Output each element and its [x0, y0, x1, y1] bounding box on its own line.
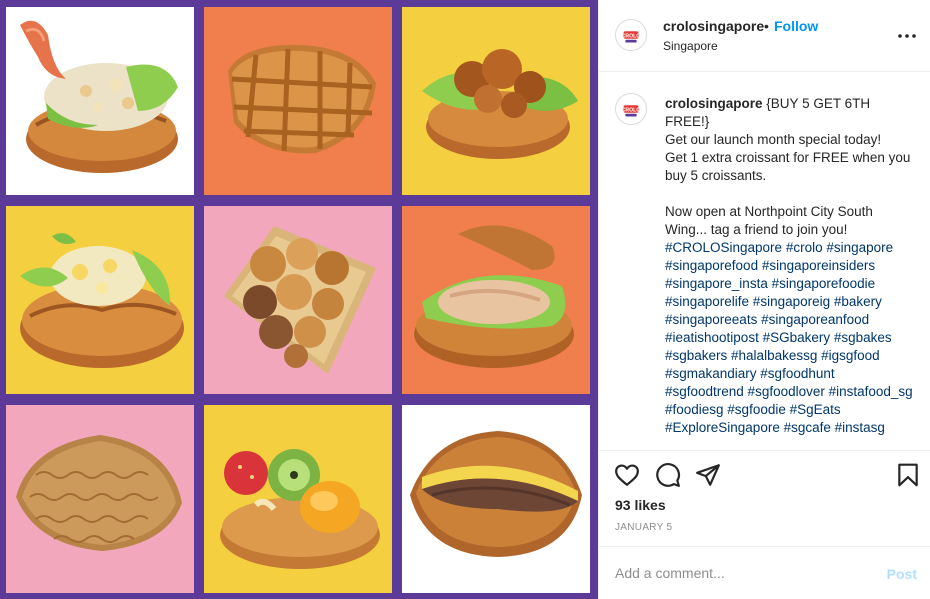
- photo-tile-chicken-breast-croissant: [402, 206, 590, 394]
- crolo-logo: CROLO: [616, 94, 646, 124]
- post-details-panel: CROLO crolosingapore • Follow Singapore …: [598, 0, 930, 599]
- bookmark-icon[interactable]: [895, 462, 921, 488]
- likes-count[interactable]: 93 likes: [615, 497, 666, 513]
- photo-tile-waffle-croissant: [204, 7, 392, 195]
- photo-tile-pastry-basket: [204, 206, 392, 394]
- post-comment-button[interactable]: Post: [887, 566, 917, 582]
- photo-tile-floss-croissant: [6, 405, 194, 593]
- hashtag-list[interactable]: #CROLOSingapore #crolo #singapore #singa…: [665, 239, 915, 437]
- action-bar: [599, 452, 930, 496]
- crolo-logo: CROLO: [616, 20, 646, 50]
- caption-body: Get our launch month special today! Get …: [665, 132, 911, 237]
- photo-tile-egg-mayo-croissant: [6, 206, 194, 394]
- heart-icon[interactable]: [614, 462, 640, 488]
- post-photo[interactable]: [0, 0, 598, 599]
- svg-text:CROLO: CROLO: [622, 33, 641, 39]
- photo-tile-ham-cheese-croissant: [402, 405, 590, 593]
- more-dots-icon[interactable]: [895, 24, 919, 48]
- croissant-image: [414, 225, 574, 368]
- photo-tile-shrimp-croissant: [6, 7, 194, 195]
- follow-button[interactable]: Follow: [774, 18, 818, 34]
- croissant-image: [220, 449, 380, 569]
- croissant-image: [20, 233, 184, 368]
- caption-area[interactable]: CROLO crolosingapore {BUY 5 GET 6TH FREE…: [599, 73, 930, 451]
- comment-input[interactable]: [615, 561, 875, 585]
- photo-tile-fried-chicken-croissant: [402, 7, 590, 195]
- avatar[interactable]: CROLO: [615, 93, 647, 125]
- post-caption: crolosingapore {BUY 5 GET 6TH FREE!} Get…: [665, 95, 915, 239]
- waffle-image: [228, 44, 376, 154]
- separator-dot: •: [764, 18, 769, 34]
- croissant-image: [422, 49, 578, 159]
- photo-tile-fruit-croissant: [204, 405, 392, 593]
- comment-form: Post: [599, 546, 930, 599]
- avatar[interactable]: CROLO: [615, 19, 647, 51]
- post-header: CROLO crolosingapore • Follow Singapore: [599, 0, 930, 72]
- caption-username[interactable]: crolosingapore: [665, 96, 763, 111]
- post-date[interactable]: JANUARY 5: [615, 522, 672, 533]
- svg-text:CROLO: CROLO: [622, 107, 641, 113]
- username-link[interactable]: crolosingapore: [663, 18, 764, 34]
- paper-plane-icon[interactable]: [695, 462, 721, 488]
- location-link[interactable]: Singapore: [663, 39, 718, 53]
- croissant-image: [410, 431, 582, 557]
- croissant-image: [20, 20, 178, 173]
- pastry-basket-image: [224, 226, 376, 374]
- croissant-image: [16, 435, 182, 551]
- comment-bubble-icon[interactable]: [655, 462, 681, 488]
